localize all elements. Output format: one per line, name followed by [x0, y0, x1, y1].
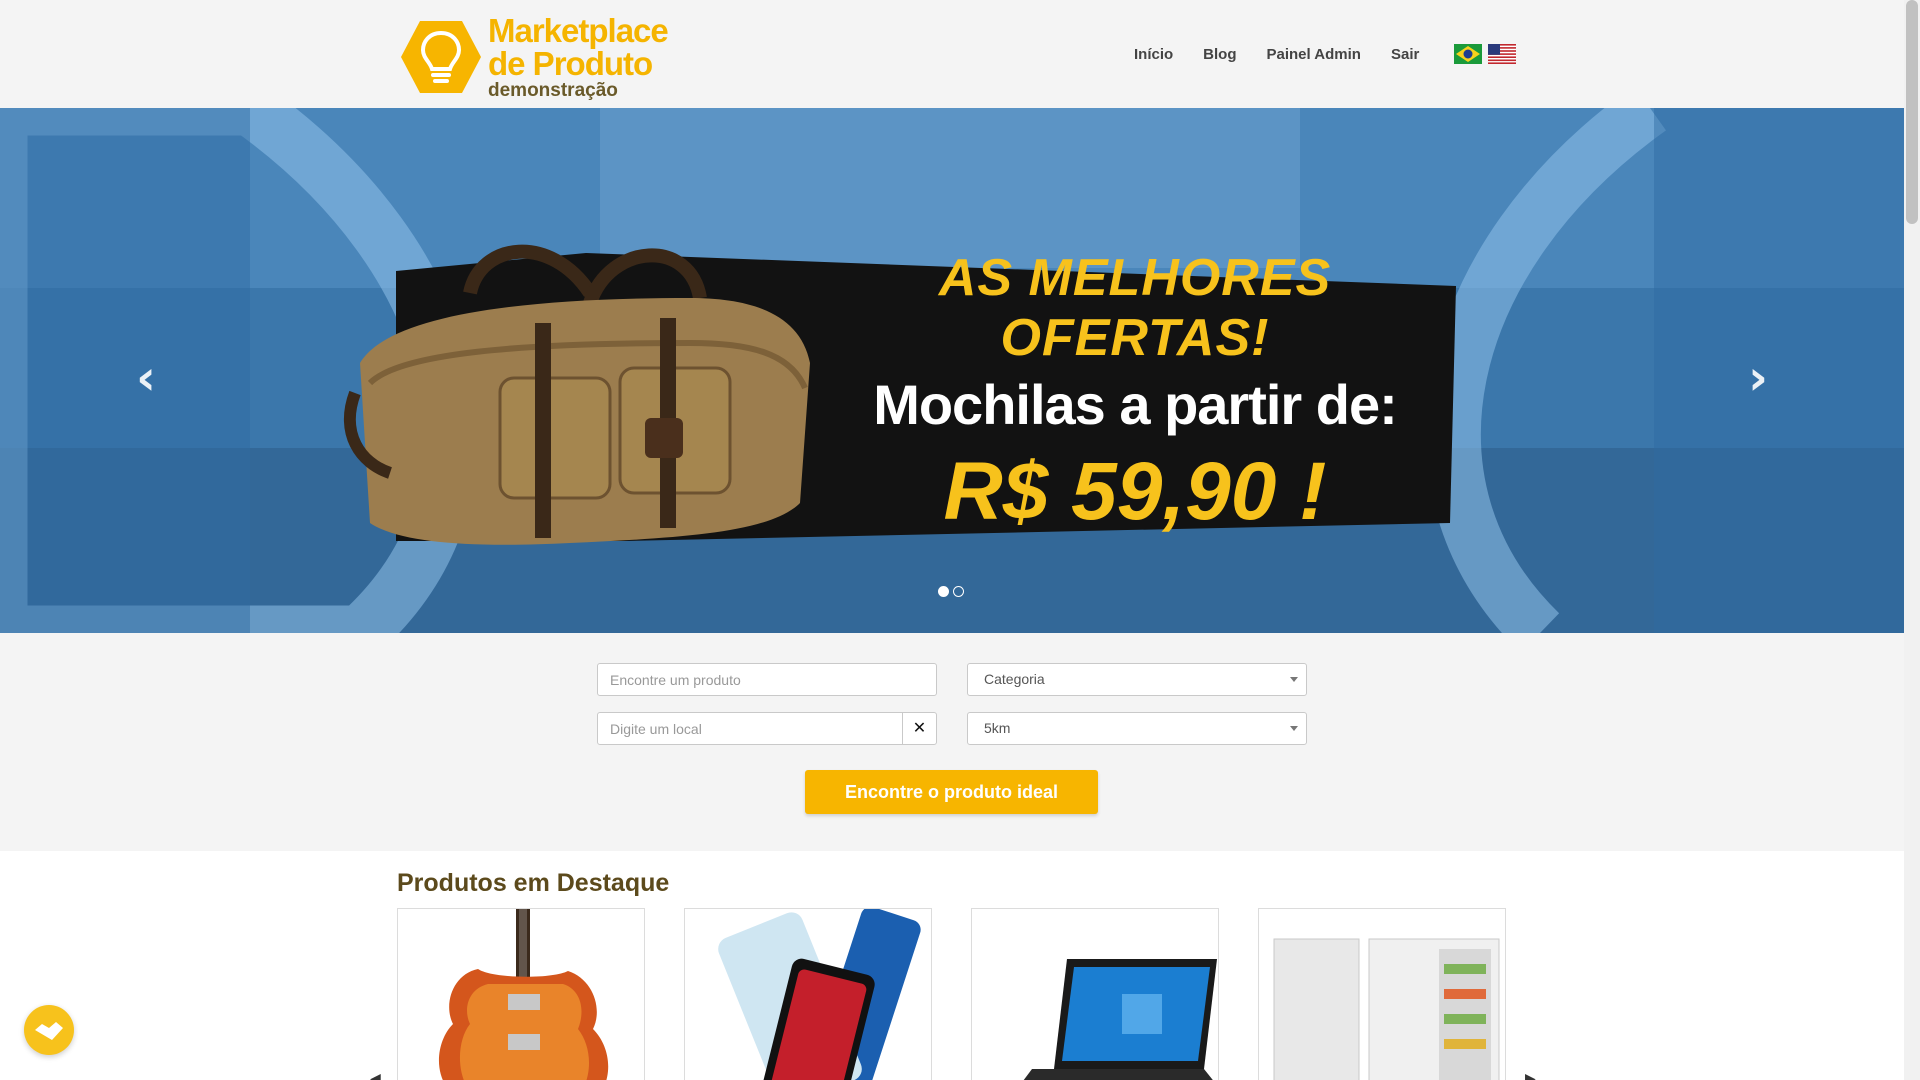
- radius-select-value: 5km: [984, 720, 1011, 736]
- caret-down-icon: [1290, 726, 1298, 731]
- category-select[interactable]: Categoria: [967, 663, 1307, 696]
- product-search-field[interactable]: [597, 663, 937, 696]
- product-card[interactable]: [1258, 908, 1506, 1080]
- smartphones-image: [718, 909, 921, 1080]
- product-search-input[interactable]: [610, 664, 924, 695]
- carousel-dot-1[interactable]: [938, 586, 949, 597]
- category-select-value: Categoria: [984, 671, 1045, 687]
- promo-subtitle: Mochilas a partir de:: [873, 373, 1398, 436]
- location-input[interactable]: [610, 713, 900, 744]
- caret-down-icon: [1290, 677, 1298, 682]
- featured-products-section: Produtos em Destaque ◀ ▶: [0, 851, 1904, 1080]
- products-next-arrow-icon[interactable]: ▶: [1525, 1071, 1536, 1080]
- product-card[interactable]: [397, 908, 645, 1080]
- hero-carousel: AS MELHORES OFERTAS! Mochilas a partir d…: [0, 108, 1904, 633]
- page-scrollbar[interactable]: [1904, 0, 1920, 1080]
- carousel-indicators: [938, 586, 964, 597]
- freezers-image: [1273, 938, 1500, 1080]
- location-field[interactable]: ✕: [597, 712, 937, 745]
- site-header: Marketplace de Produto demonstração Iníc…: [0, 0, 1904, 108]
- logo-line-2: de Produto: [488, 45, 653, 82]
- carousel-next-chevron-icon[interactable]: ›: [1743, 354, 1773, 402]
- duffel-bag-image: [344, 244, 810, 545]
- lightbulb-hexagon-icon: [401, 21, 481, 93]
- electric-guitar-image: [438, 909, 609, 1080]
- laptop-image: [1023, 959, 1217, 1080]
- product-card[interactable]: [684, 908, 932, 1080]
- promo-title: AS MELHORES OFERTAS!: [938, 249, 1332, 367]
- accessibility-badge-icon[interactable]: [24, 1005, 74, 1055]
- usa-flag-icon[interactable]: [1488, 44, 1517, 64]
- radius-select[interactable]: 5km: [967, 712, 1307, 745]
- logo-line-1: Marketplace: [488, 12, 669, 49]
- scrollbar-thumb[interactable]: [1906, 0, 1918, 224]
- nav-link-sair[interactable]: Sair: [1391, 46, 1419, 63]
- promo-text: AS MELHORES OFERTAS! Mochilas a partir d…: [840, 248, 1430, 539]
- logo-line-3: demonstração: [488, 80, 618, 101]
- clear-location-icon[interactable]: ✕: [902, 713, 936, 744]
- promo-price: R$ 59,90 !: [943, 446, 1327, 537]
- carousel-prev-chevron-icon[interactable]: ‹: [131, 354, 161, 402]
- site-logo[interactable]: Marketplace de Produto demonstração: [400, 12, 669, 101]
- main-nav: Início Blog Painel Admin Sair: [1134, 44, 1517, 64]
- nav-link-blog[interactable]: Blog: [1203, 46, 1236, 63]
- logo-text: Marketplace de Produto demonstração: [488, 12, 669, 101]
- product-card[interactable]: [971, 908, 1219, 1080]
- handshake-icon: [35, 1022, 63, 1040]
- featured-products-title: Produtos em Destaque: [397, 869, 670, 897]
- nav-link-inicio[interactable]: Início: [1134, 46, 1173, 63]
- find-product-button[interactable]: Encontre o produto ideal: [805, 770, 1098, 814]
- products-prev-arrow-icon[interactable]: ◀: [370, 1071, 381, 1080]
- carousel-dot-2[interactable]: [953, 586, 964, 597]
- search-form: Categoria ✕ 5km Encontre o produto ideal: [0, 633, 1904, 851]
- nav-link-painel-admin[interactable]: Painel Admin: [1267, 46, 1361, 63]
- brazil-flag-icon[interactable]: [1454, 44, 1483, 64]
